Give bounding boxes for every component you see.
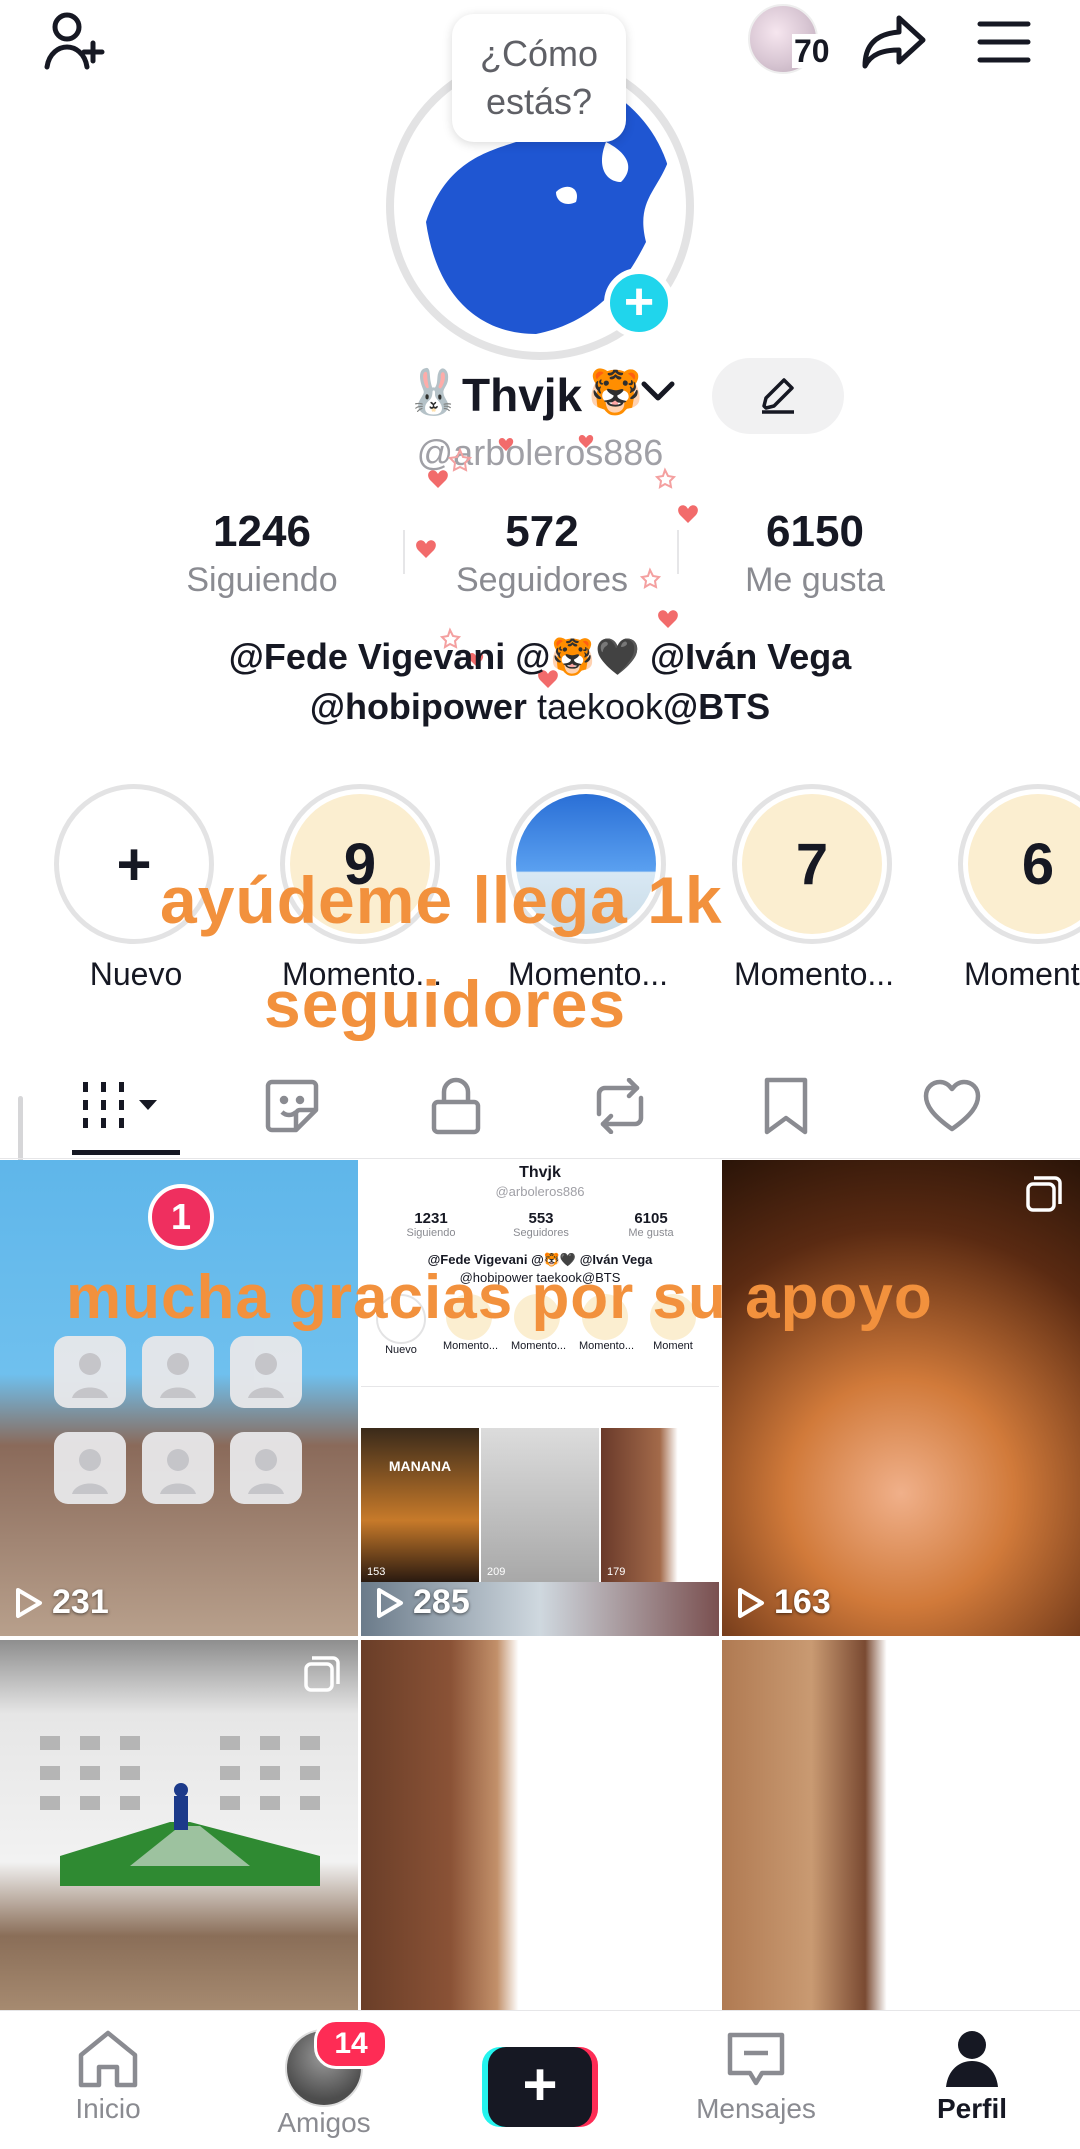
status-bubble-text: ¿Cómo estás? — [479, 33, 599, 122]
menu-icon[interactable] — [968, 10, 1040, 74]
rabbit-emoji-icon: 🐰 — [406, 368, 461, 417]
highlight-label: Nuevo — [89, 956, 183, 992]
following-label: Siguiendo — [186, 561, 338, 599]
nav-messages-label: Mensajes — [696, 2093, 816, 2124]
home-icon — [78, 2030, 138, 2088]
play-icon — [16, 1587, 42, 1618]
overlay-text-line2: seguidores — [264, 967, 627, 1041]
profile-icon — [946, 2031, 998, 2087]
nav-home[interactable]: Inicio — [28, 2029, 188, 2125]
tab-stickers[interactable] — [222, 1066, 362, 1146]
nav-home-label: Inicio — [75, 2093, 141, 2124]
view-count-value: 163 — [774, 1583, 831, 1621]
video-thumbnail[interactable]: Thvjk @arboleros886 1231 Siguiendo 553 Seg… — [361, 1160, 719, 1636]
nav-friends-label: Amigos — [277, 2107, 371, 2138]
embedded-likes-label: Me gusta — [628, 1227, 674, 1239]
plus-icon: + — [488, 2047, 592, 2127]
add-story-button[interactable]: + — [604, 268, 674, 338]
bottom-nav: Inicio Amigos 14 + Mensajes Perfil — [0, 2010, 1080, 2149]
following-count: 1246 — [213, 507, 311, 556]
view-count-value: 285 — [413, 1583, 470, 1621]
tab-liked[interactable] — [882, 1066, 1022, 1146]
highlight-moment[interactable]: 7 Momento... — [732, 784, 896, 993]
view-count: 285 — [375, 1583, 470, 1622]
tab-private[interactable] — [386, 1066, 526, 1146]
embedded-username: @arboleros886 — [495, 1184, 585, 1199]
bio-mention-bts[interactable]: @BTS — [663, 686, 770, 727]
embedded-display-name: Thvjk — [519, 1164, 561, 1181]
highlight-moment[interactable]: 6 Moment — [958, 784, 1080, 993]
tabs-divider — [0, 1158, 1080, 1159]
play-icon — [377, 1587, 403, 1618]
multi-photo-icon — [304, 1656, 340, 1692]
nav-profile[interactable]: Perfil — [892, 2029, 1052, 2125]
video-thumbnail[interactable] — [0, 1640, 358, 2010]
stat-likes[interactable]: 6150 Me gusta — [685, 506, 945, 602]
play-icon — [738, 1587, 764, 1618]
bio-text: taekook — [526, 686, 664, 727]
chevron-down-icon[interactable] — [640, 380, 676, 404]
add-friend-icon[interactable] — [38, 6, 114, 78]
friends-notification-badge: 14 — [314, 2019, 388, 2069]
stat-following[interactable]: 1246 Siguiendo — [132, 506, 392, 602]
stat-divider — [403, 530, 405, 574]
embedded-followers: 553 — [528, 1210, 554, 1227]
embedded-followers-label: Seguidores — [513, 1227, 569, 1239]
messages-icon — [727, 2032, 785, 2086]
video-thumbnail[interactable] — [361, 1640, 719, 2010]
followers-label: Seguidores — [455, 561, 628, 599]
highlight-label: Moment — [964, 956, 1080, 992]
sticker-icon — [265, 1079, 319, 1133]
likes-count: 6150 — [766, 507, 864, 556]
profile-views-count: 70 — [792, 33, 832, 69]
view-count-value: 231 — [52, 1583, 109, 1621]
tab-saved[interactable] — [716, 1066, 856, 1146]
profile-views-badge[interactable]: 70 — [748, 4, 832, 74]
highlight-label: Momento... — [733, 956, 895, 992]
status-bubble[interactable]: ¿Cómo estás? — [452, 14, 626, 142]
bookmark-icon — [764, 1077, 808, 1135]
embedded-thumb: 209 — [481, 1428, 599, 1582]
room-scene — [40, 1736, 320, 1886]
pinned-badge: 1 — [148, 1184, 214, 1250]
create-button[interactable]: + — [482, 2047, 598, 2127]
bio-line-2: @hobipower taekook@BTS — [0, 682, 1080, 732]
active-tab-indicator — [72, 1150, 180, 1155]
overlay-text-line3: mucha gracias por su apoyo — [66, 1263, 933, 1332]
lock-icon — [431, 1077, 481, 1135]
bio-mention-hobipower[interactable]: @hobipower — [310, 686, 527, 727]
share-icon[interactable] — [858, 6, 930, 78]
nav-messages[interactable]: Mensajes — [676, 2029, 836, 2125]
contacts-grid-icon — [54, 1336, 302, 1504]
embedded-likes: 6105 — [634, 1210, 668, 1227]
repost-icon — [596, 1078, 644, 1134]
embedded-thumb: MANANA 153 — [361, 1428, 479, 1582]
view-count: 163 — [736, 1583, 831, 1622]
tab-videos[interactable] — [56, 1066, 196, 1146]
video-thumbnail[interactable] — [722, 1640, 1080, 2010]
bio-line-1: @Fede Vigevani @🐯🖤 @Iván Vega — [228, 636, 852, 677]
heart-icon — [923, 1079, 981, 1132]
nav-profile-label: Perfil — [936, 2093, 1008, 2124]
tab-reposts[interactable] — [550, 1066, 690, 1146]
tiger-emoji-icon: 🐯 — [588, 368, 643, 417]
stat-divider — [677, 530, 679, 574]
embedded-thumb: 179 — [601, 1428, 719, 1582]
followers-count: 572 — [505, 507, 579, 556]
highlight-thumbnail: 6 — [968, 794, 1080, 934]
likes-label: Me gusta — [745, 561, 885, 599]
view-count: 231 — [14, 1583, 109, 1622]
embedded-following-label: Siguiendo — [406, 1227, 456, 1239]
overlay-text-line1: ayúdeme llega 1k — [160, 863, 723, 937]
stat-followers[interactable]: 572 Seguidores — [412, 506, 672, 602]
grid-icon — [83, 1082, 157, 1128]
embedded-following: 1231 — [414, 1210, 448, 1227]
display-name: Thvjk — [462, 369, 583, 421]
video-thumbnail[interactable]: 1 231 — [0, 1160, 358, 1636]
multi-photo-icon — [1026, 1176, 1062, 1212]
pencil-icon — [762, 378, 794, 414]
highlight-thumbnail: 7 — [742, 794, 882, 934]
video-thumbnail[interactable]: 163 — [722, 1160, 1080, 1636]
edit-profile-button[interactable] — [712, 358, 844, 434]
